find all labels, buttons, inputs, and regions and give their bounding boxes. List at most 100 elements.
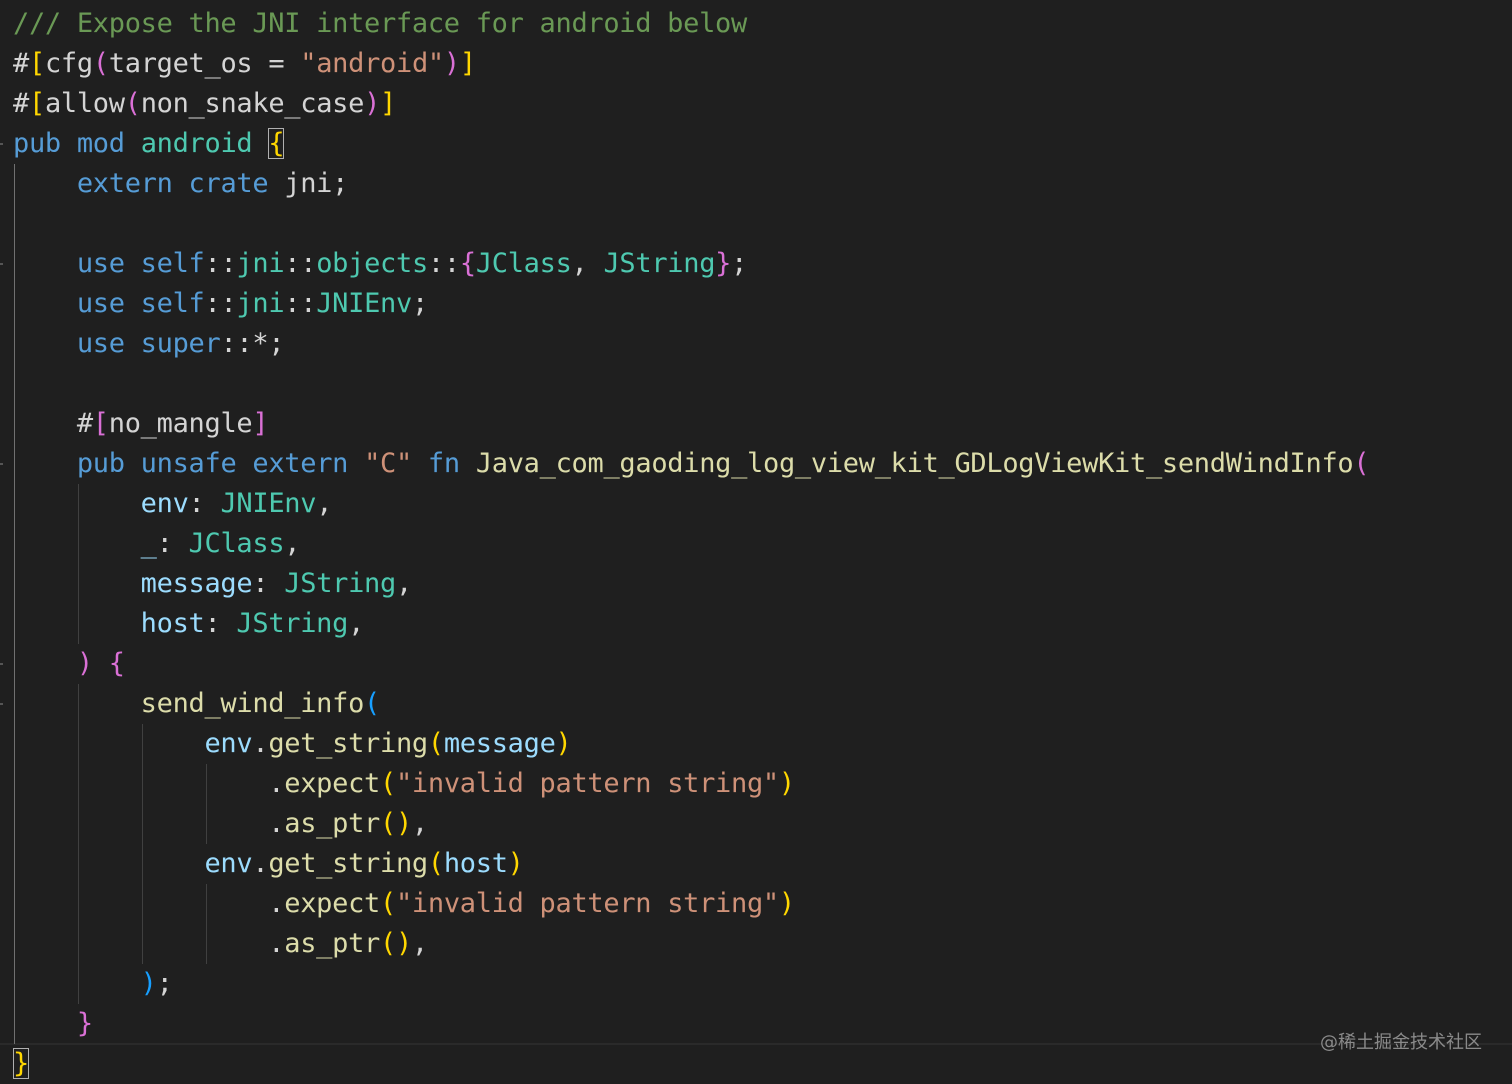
code-token: () xyxy=(379,808,412,839)
code-line[interactable]: host: JString, xyxy=(13,604,365,644)
code-token: /// Expose the JNI interface for android… xyxy=(13,8,747,39)
code-token: ) xyxy=(555,728,572,759)
code-line[interactable]: _: JClass, xyxy=(13,524,301,564)
code-token: ) xyxy=(364,88,381,119)
code-line[interactable]: #[no_mangle] xyxy=(13,404,269,444)
code-line[interactable]: use super::*; xyxy=(13,324,285,364)
code-token: , xyxy=(411,808,428,839)
code-editor[interactable]: /// Expose the JNI interface for android… xyxy=(0,0,1512,1082)
code-token: JNIEnv xyxy=(220,488,317,519)
code-token: } xyxy=(76,1008,93,1039)
code-token: ] xyxy=(459,48,476,79)
code-token: :: xyxy=(284,288,317,319)
code-token: JNIEnv xyxy=(316,288,412,319)
code-line[interactable]: } xyxy=(13,1004,93,1044)
code-token: ) xyxy=(778,888,795,919)
code-token: :: xyxy=(427,248,460,279)
code-token: . xyxy=(13,888,285,919)
code-line[interactable]: message: JString, xyxy=(13,564,413,604)
code-token: , xyxy=(284,528,301,559)
code-line[interactable]: use self::jni::JNIEnv; xyxy=(13,284,428,324)
code-line[interactable]: ) { xyxy=(13,644,125,684)
code-token: # xyxy=(13,48,29,79)
code-token: env xyxy=(204,848,253,879)
code-line[interactable]: .expect("invalid pattern string") xyxy=(13,764,795,804)
code-token: :: xyxy=(284,248,317,279)
code-line[interactable]: #[allow(non_snake_case)] xyxy=(13,84,396,124)
code-line[interactable]: env.get_string(host) xyxy=(13,844,524,884)
code-line[interactable]: pub unsafe extern "C" fn Java_com_gaodin… xyxy=(13,444,1370,484)
code-token: : xyxy=(188,488,221,519)
code-token: JString xyxy=(284,568,396,599)
code-token: "invalid pattern string" xyxy=(395,768,779,799)
fold-marker-icon[interactable] xyxy=(0,143,3,145)
code-line[interactable]: use self::jni::objects::{JClass, JString… xyxy=(13,244,748,284)
code-token: jni; xyxy=(268,168,349,199)
code-token: message xyxy=(443,728,556,759)
code-token: } xyxy=(13,1048,29,1079)
code-line[interactable]: pub mod android { xyxy=(13,124,285,164)
code-token: ( xyxy=(124,88,141,119)
code-line[interactable]: .as_ptr(), xyxy=(13,924,428,964)
code-line[interactable]: extern crate jni; xyxy=(13,164,349,204)
code-token: non_snake_case xyxy=(140,88,365,119)
code-token: # xyxy=(13,408,93,439)
code-token: . xyxy=(13,768,285,799)
code-token: () xyxy=(379,928,412,959)
code-token: as_ptr xyxy=(284,928,380,959)
fold-marker-icon[interactable] xyxy=(0,263,3,265)
code-token: . xyxy=(13,928,285,959)
code-line[interactable]: .expect("invalid pattern string") xyxy=(13,884,795,924)
code-token: ] xyxy=(380,88,397,119)
code-token: self xyxy=(140,248,205,279)
code-line[interactable]: /// Expose the JNI interface for android… xyxy=(13,4,747,44)
code-token: JString xyxy=(236,608,349,639)
code-line[interactable]: #[cfg(target_os = "android")] xyxy=(13,44,476,84)
code-token: jni xyxy=(236,288,285,319)
code-token: send_wind_info xyxy=(140,688,365,719)
code-token: get_string xyxy=(268,848,428,879)
code-line[interactable]: env.get_string(message) xyxy=(13,724,572,764)
code-token: as_ptr xyxy=(284,808,380,839)
code-token: { xyxy=(108,648,125,679)
code-token: self xyxy=(140,288,205,319)
code-token: env xyxy=(140,488,189,519)
fold-marker-icon[interactable] xyxy=(0,463,3,465)
code-line[interactable]: } xyxy=(13,1044,29,1084)
code-line[interactable]: ); xyxy=(13,964,173,1004)
code-token: ) xyxy=(76,648,93,679)
code-token: host xyxy=(140,608,205,639)
fold-marker-icon[interactable] xyxy=(0,663,3,665)
code-token: , xyxy=(395,568,412,599)
code-token: ::*; xyxy=(220,328,285,359)
code-token: expect xyxy=(284,888,380,919)
code-token: cfg xyxy=(44,48,93,79)
code-token: . xyxy=(13,808,285,839)
code-token: ) xyxy=(507,848,524,879)
code-token: } xyxy=(715,248,732,279)
code-line[interactable]: env: JNIEnv, xyxy=(13,484,333,524)
fold-marker-icon[interactable] xyxy=(0,703,3,705)
code-token: use xyxy=(76,248,125,279)
code-token: ( xyxy=(379,888,396,919)
code-token: . xyxy=(252,728,269,759)
code-line[interactable]: send_wind_info( xyxy=(13,684,381,724)
code-line[interactable]: .as_ptr(), xyxy=(13,804,428,844)
code-token: android xyxy=(140,128,253,159)
code-token: extern xyxy=(76,168,173,199)
code-token: mod xyxy=(76,128,125,159)
